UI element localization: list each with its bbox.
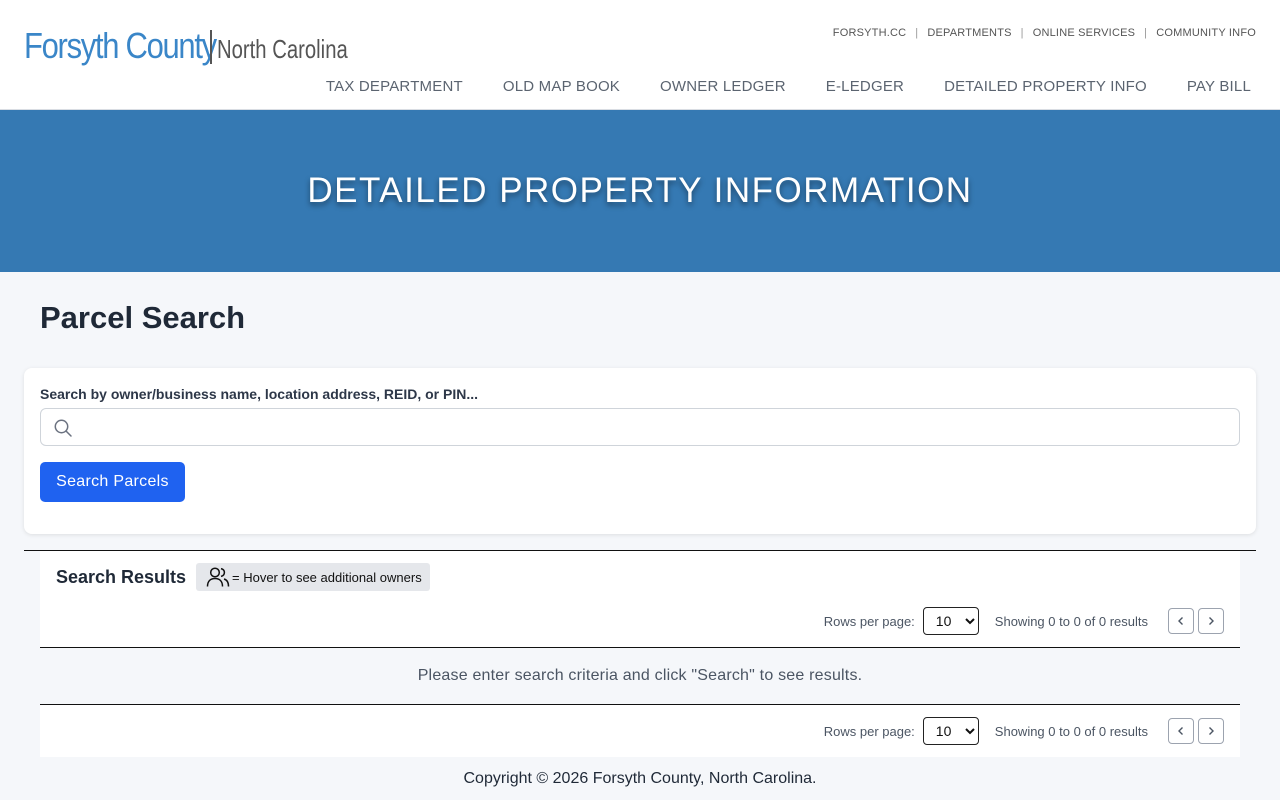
empty-results-message: Please enter search criteria and click "… — [40, 648, 1240, 704]
hero-banner: DETAILED PROPERTY INFORMATION — [0, 110, 1280, 272]
nav-tax-department[interactable]: TAX DEPARTMENT — [326, 78, 463, 95]
table-footer-divider — [40, 704, 1240, 705]
next-page-button[interactable] — [1198, 608, 1224, 634]
nav-e-ledger[interactable]: E-LEDGER — [826, 78, 904, 95]
page-title: Parcel Search — [40, 300, 246, 335]
util-link-forsyth-cc[interactable]: FORSYTH.CC — [833, 27, 907, 39]
owners-legend: = Hover to see additional owners — [196, 563, 430, 591]
util-separator: | — [915, 27, 919, 39]
nav-detailed-property-info[interactable]: DETAILED PROPERTY INFO — [944, 78, 1147, 95]
util-link-departments[interactable]: DEPARTMENTS — [927, 27, 1011, 39]
rows-per-page-select[interactable]: 10 — [922, 607, 979, 635]
nav-pay-bill[interactable]: PAY BILL — [1187, 78, 1251, 95]
prev-page-button[interactable] — [1168, 718, 1194, 744]
logo-county-name: Forsyth County — [24, 25, 217, 66]
legend-text: = Hover to see additional owners — [232, 569, 422, 585]
site-header: Forsyth County North Carolina FORSYTH.CC… — [0, 0, 1280, 110]
nav-old-map-book[interactable]: OLD MAP BOOK — [503, 78, 620, 95]
results-count: Showing 0 to 0 of 0 results — [994, 613, 1148, 629]
util-link-online-services[interactable]: ONLINE SERVICES — [1033, 27, 1135, 39]
search-input[interactable] — [81, 409, 1231, 445]
search-results-panel: Search Results = Hover to see additional… — [40, 551, 1240, 757]
nav-owner-ledger[interactable]: OWNER LEDGER — [660, 78, 786, 95]
results-title: Search Results — [56, 567, 187, 587]
main-nav: TAX DEPARTMENT OLD MAP BOOK OWNER LEDGER… — [326, 78, 1251, 95]
util-link-community-info[interactable]: COMMUNITY INFO — [1156, 27, 1256, 39]
chevron-left-icon — [1178, 617, 1183, 625]
county-logo[interactable]: Forsyth County North Carolina — [24, 25, 348, 66]
rows-per-page-label: Rows per page: — [823, 613, 915, 629]
results-count: Showing 0 to 0 of 0 results — [994, 723, 1148, 739]
search-parcels-button[interactable]: Search Parcels — [40, 462, 185, 502]
search-card: Search by owner/business name, location … — [24, 368, 1256, 534]
logo-state-name: North Carolina — [217, 34, 348, 64]
search-icon — [54, 419, 72, 437]
search-label: Search by owner/business name, location … — [40, 386, 479, 402]
chevron-right-icon — [1209, 727, 1214, 735]
rows-per-page-label: Rows per page: — [823, 723, 915, 739]
search-field[interactable] — [40, 408, 1240, 446]
chevron-left-icon — [1178, 727, 1183, 735]
users-icon — [206, 567, 230, 587]
pager-top: Rows per page: 10 Showing 0 to 0 of 0 re… — [824, 607, 1224, 635]
rows-per-page-select[interactable]: 10 — [922, 717, 979, 745]
prev-page-button[interactable] — [1168, 608, 1194, 634]
util-separator: | — [1020, 27, 1024, 39]
pager-bottom: Rows per page: 10 Showing 0 to 0 of 0 re… — [824, 717, 1224, 745]
hero-title: DETAILED PROPERTY INFORMATION — [307, 171, 973, 210]
logo-divider — [210, 30, 212, 64]
util-separator: | — [1144, 27, 1148, 39]
next-page-button[interactable] — [1198, 718, 1224, 744]
chevron-right-icon — [1209, 617, 1214, 625]
utility-nav: FORSYTH.CC | DEPARTMENTS | ONLINE SERVIC… — [833, 27, 1256, 39]
footer-copyright: Copyright © 2026 Forsyth County, North C… — [463, 770, 817, 787]
